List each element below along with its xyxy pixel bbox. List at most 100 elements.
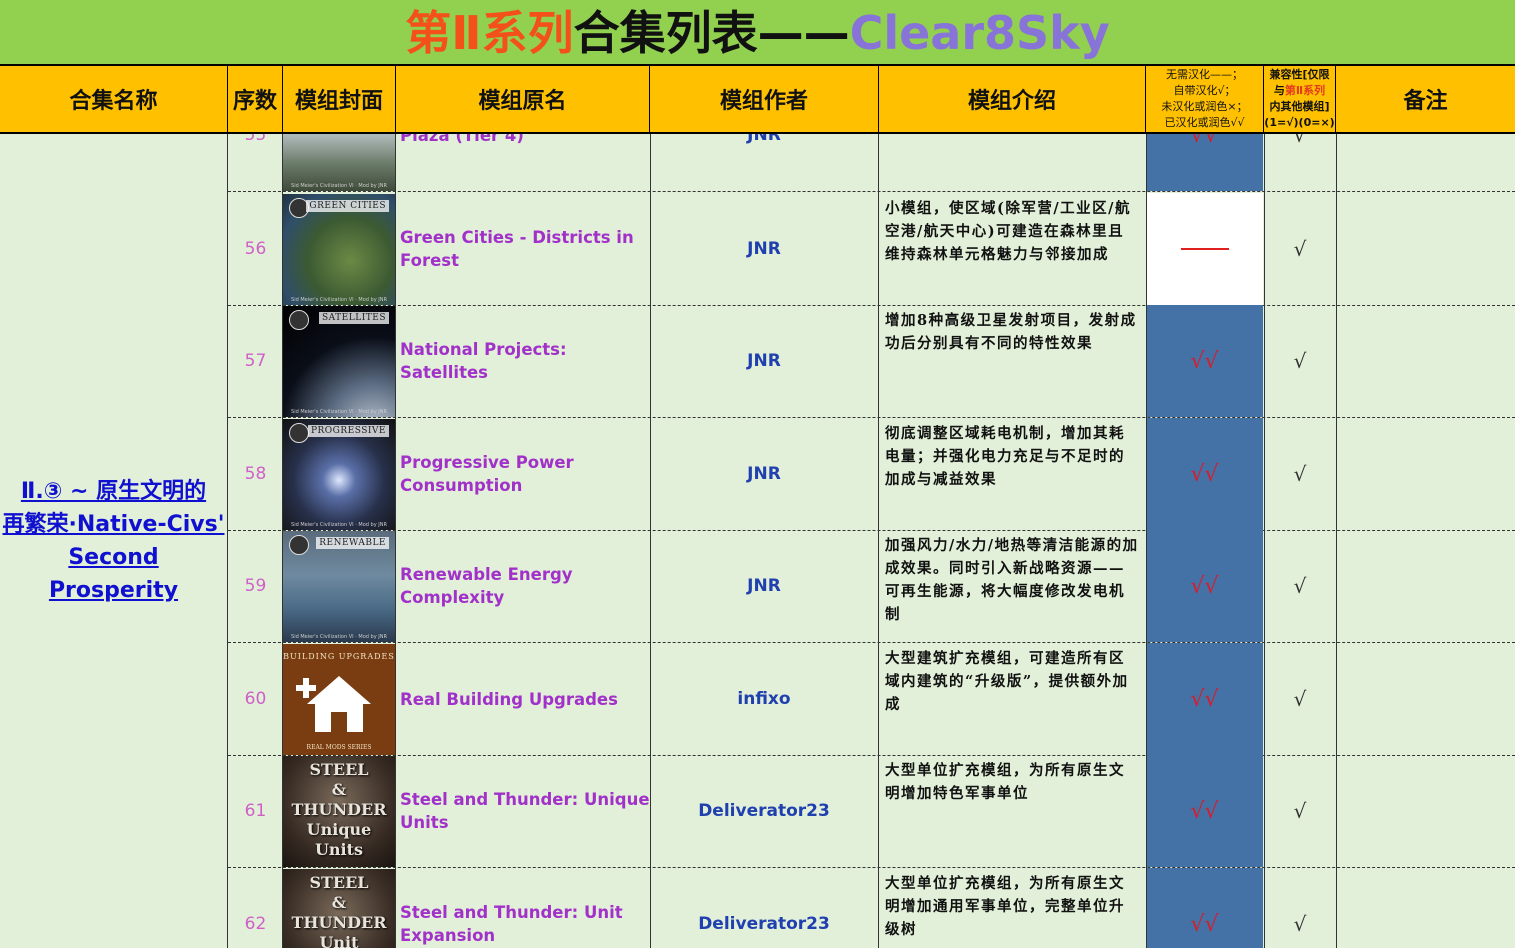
row-notes[interactable] xyxy=(1336,134,1515,191)
header-original-name[interactable]: 模组原名 xyxy=(396,66,650,132)
collection-link[interactable]: Ⅱ.③ ~ 原生文明的 再繁荣·Native-Civs' Second Pros… xyxy=(0,475,227,607)
table-row: 59 RENEWABLE Sid Meier's Civilization VI ·… xyxy=(228,530,1515,643)
row-compatibility: √ xyxy=(1293,574,1307,598)
row-compatibility: √ xyxy=(1293,462,1307,486)
row-index: 58 xyxy=(244,464,267,484)
row-index: 61 xyxy=(244,801,267,821)
cover-image[interactable]: PROGRESSIVE Sid Meier's Civilization VI ·… xyxy=(283,418,395,530)
cover-image[interactable]: SATELLITES Sid Meier's Civilization VI · … xyxy=(283,305,395,417)
row-compatibility: √ xyxy=(1293,912,1307,936)
row-cover: Sid Meier's Civilization VI · Mod by JNR xyxy=(283,134,395,191)
cover-image[interactable]: BUILDING UPGRADES REAL MODS SERIES xyxy=(283,643,395,755)
table-row: 58 PROGRESSIVE Sid Meier's Civilization VI… xyxy=(228,418,1515,531)
row-cover: RENEWABLE Sid Meier's Civilization VI · M… xyxy=(283,530,395,642)
header-author[interactable]: 模组作者 xyxy=(650,66,879,132)
header-cover[interactable]: 模组封面 xyxy=(283,66,396,132)
dash-mark xyxy=(1180,248,1229,250)
table-row: 61 STEEL & THUNDER Unique Units Steel and Thun… xyxy=(228,755,1515,868)
row-localization: √√ xyxy=(1146,134,1263,191)
row-author[interactable]: JNR xyxy=(650,530,878,642)
row-localization: √√ xyxy=(1146,305,1263,417)
sheet-title-bar: 第Ⅱ系列合集列表——Clear8Sky xyxy=(0,0,1515,66)
table-body: Ⅱ.③ ~ 原生文明的 再繁荣·Native-Civs' Second Pros… xyxy=(0,134,1515,948)
col-divider xyxy=(1146,134,1147,948)
row-notes[interactable] xyxy=(1336,868,1515,948)
cover-image[interactable]: GREEN CITIES Sid Meier's Civilization VI … xyxy=(283,193,395,305)
row-cover: PROGRESSIVE Sid Meier's Civilization VI ·… xyxy=(283,418,395,530)
row-original-name[interactable]: Renewable Energy Complexity xyxy=(396,530,650,642)
row-notes[interactable] xyxy=(1336,193,1515,305)
col-divider xyxy=(650,134,651,948)
row-intro: 彻底调整区域耗电机制，增加其耗电量；并强化电力充足与不足时的加成与减益效果 xyxy=(885,425,1125,488)
table-row: 62 STEEL & THUNDER Unit Steel and Thunder: Un… xyxy=(228,868,1515,948)
header-localization[interactable]: 无需汉化——； 自带汉化√； 未汉化或润色×； 已汉化或润色√√ xyxy=(1146,66,1264,132)
row-intro xyxy=(879,134,1146,191)
row-original-name[interactable]: Steel and Thunder: Unit Expansion xyxy=(396,868,650,948)
cover-image[interactable]: STEEL & THUNDER Unique Units xyxy=(283,755,395,867)
row-index: 59 xyxy=(244,576,267,596)
row-original-name[interactable]: Real Building Upgrades xyxy=(396,643,650,755)
row-author[interactable]: infixo xyxy=(650,643,878,755)
cover-image[interactable]: RENEWABLE Sid Meier's Civilization VI · M… xyxy=(283,530,395,642)
row-original-name[interactable]: Green Cities - Districts in Forest xyxy=(396,193,650,305)
table-row: 56 GREEN CITIES Sid Meier's Civilization V… xyxy=(228,193,1515,306)
row-index: 62 xyxy=(244,914,267,934)
header-notes[interactable]: 备注 xyxy=(1336,66,1515,132)
row-localization: √√ xyxy=(1146,868,1263,948)
header-intro[interactable]: 模组介绍 xyxy=(879,66,1146,132)
row-intro: 大型建筑扩充模组，可建造所有区域内建筑的“升级版”，提供额外加成 xyxy=(885,650,1129,713)
row-index: 60 xyxy=(244,689,267,709)
row-cover: STEEL & THUNDER Unique Units xyxy=(283,755,395,867)
row-author[interactable]: Deliverator23 xyxy=(650,755,878,867)
row-intro: 小模组，使区域(除军营/工业区/航空港/航天中心)可建造在森林里且维持森林单元格… xyxy=(885,200,1131,263)
table-row: 55 Sid Meier's Civilization VI · Mod by J… xyxy=(228,134,1515,192)
row-notes[interactable] xyxy=(1336,418,1515,530)
row-intro: 增加8种高级卫星发射项目，发射成功后分别具有不同的特性效果 xyxy=(885,312,1137,352)
row-index: 57 xyxy=(244,351,267,371)
row-index: 55 xyxy=(244,134,267,145)
emblem-icon xyxy=(289,422,309,443)
row-original-name[interactable]: Steel and Thunder: Unique Units xyxy=(396,755,650,867)
row-cover: SATELLITES Sid Meier's Civilization VI · … xyxy=(283,305,395,417)
row-intro: 大型单位扩充模组，为所有原生文明增加特色军事单位 xyxy=(885,762,1125,802)
row-notes[interactable] xyxy=(1336,643,1515,755)
table-row: 60 BUILDING UPGRADES REAL MODS SERIES Real … xyxy=(228,643,1515,756)
row-notes[interactable] xyxy=(1336,305,1515,417)
row-localization: √√ xyxy=(1146,643,1263,755)
row-original-name[interactable]: Progressive Power Consumption xyxy=(396,418,650,530)
header-index[interactable]: 序数 xyxy=(228,66,283,132)
col-divider xyxy=(395,134,396,948)
row-notes[interactable] xyxy=(1336,530,1515,642)
row-author[interactable]: Deliverator23 xyxy=(650,868,878,948)
row-author[interactable]: JNR xyxy=(650,134,878,191)
header-collection[interactable]: 合集名称 xyxy=(0,66,228,132)
collection-cell: Ⅱ.③ ~ 原生文明的 再繁荣·Native-Civs' Second Pros… xyxy=(0,134,227,948)
row-intro: 加强风力/水力/地热等清洁能源的加成效果。同时引入新战略资源——可再生能源，将大… xyxy=(885,537,1139,623)
row-notes[interactable] xyxy=(1336,755,1515,867)
sheet-title: 第Ⅱ系列合集列表——Clear8Sky xyxy=(405,6,1110,60)
cover-image[interactable]: STEEL & THUNDER Unit xyxy=(283,868,395,948)
row-author[interactable]: JNR xyxy=(650,193,878,305)
row-cover: GREEN CITIES Sid Meier's Civilization VI … xyxy=(283,193,395,305)
row-compatibility: √ xyxy=(1293,237,1307,261)
house-plus-icon xyxy=(296,675,371,732)
header-compatibility[interactable]: 兼容性[仅限 与第Ⅱ系列 内其他模组] (1=√)(0=×) xyxy=(1264,66,1336,132)
row-original-name[interactable]: National Projects: Satellites xyxy=(396,305,650,417)
row-intro: 大型单位扩充模组，为所有原生文明增加通用军事单位，完整单位升级树 xyxy=(885,875,1125,938)
col-divider xyxy=(282,134,283,948)
row-compatibility: √ xyxy=(1293,687,1307,711)
row-original-name[interactable]: Plaza (Tier 4) xyxy=(396,134,650,191)
row-author[interactable]: JNR xyxy=(650,418,878,530)
col-divider xyxy=(1264,134,1265,948)
cover-image[interactable]: Sid Meier's Civilization VI · Mod by JNR xyxy=(283,134,395,191)
row-localization: √√ xyxy=(1146,755,1263,867)
col-divider xyxy=(1336,134,1337,948)
row-localization xyxy=(1146,193,1263,305)
row-compatibility: √ xyxy=(1293,349,1307,373)
emblem-icon xyxy=(289,534,309,555)
emblem-icon xyxy=(289,309,309,330)
row-localization: √√ xyxy=(1146,418,1263,530)
row-compatibility: √ xyxy=(1293,799,1307,823)
row-author[interactable]: JNR xyxy=(650,305,878,417)
col-divider xyxy=(227,134,228,948)
